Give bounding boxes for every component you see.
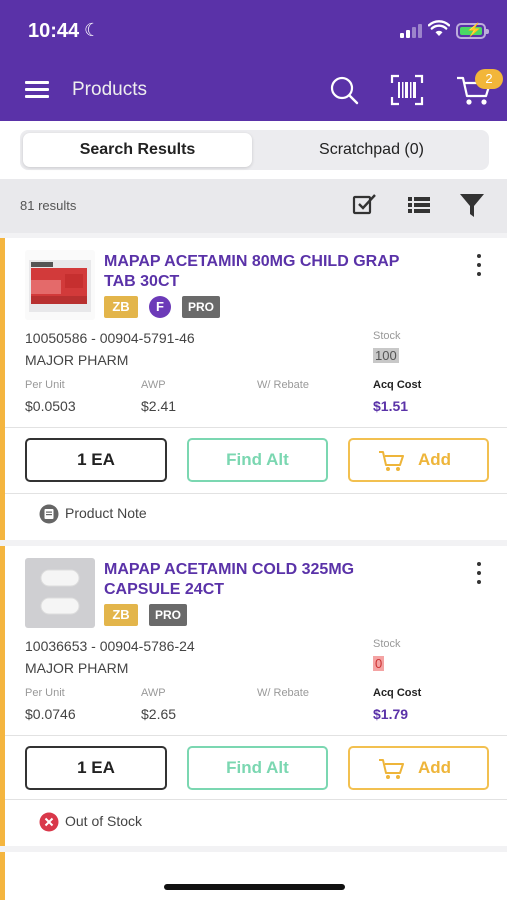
battery-icon: ⚡ [456,22,489,39]
quantity-button[interactable]: 1 EA [25,746,167,790]
awp-value: $2.65 [141,706,177,722]
pro-badge: PRO [182,296,220,318]
product-codes: 10036653 - 00904-5786-24 [25,638,195,654]
add-to-cart-button[interactable]: Add [348,438,489,482]
page-title: Products [72,79,147,100]
tab-bar: Search Results Scratchpad (0) [0,121,507,179]
product-name[interactable]: MAPAP ACETAMIN 80MG CHILD GRAP TAB 30CT [104,252,424,292]
product-name[interactable]: MAPAP ACETAMIN COLD 325MG CAPSULE 24CT [104,560,424,600]
awp-label: AWP [141,379,166,391]
results-toolbar: 81 results [0,179,507,233]
add-label: Add [418,758,452,777]
stock-value: 100 [373,348,399,363]
menu-icon[interactable] [25,81,49,99]
product-codes: 10050586 - 00904-5791-46 [25,330,195,346]
acq-cost-label: Acq Cost [373,687,422,699]
out-of-stock-label: Out of Stock [65,813,143,829]
formulary-badge: F [149,296,171,318]
rebate-label: W/ Rebate [257,687,309,699]
product-note-link[interactable]: Product Note [65,505,147,521]
per-unit-label: Per Unit [25,687,65,699]
product-image[interactable] [25,250,95,320]
cart-count-badge[interactable]: 2 [475,69,503,89]
stock-label: Stock [373,638,401,650]
barcode-scanner-icon[interactable] [390,74,424,106]
product-card[interactable]: MAPAP ACETAMIN 80MG CHILD GRAP TAB 30CT … [0,238,507,540]
wifi-icon [428,20,450,36]
stock-value: 0 [373,656,385,671]
segmented-control: Search Results Scratchpad (0) [20,130,489,170]
add-label: Add [418,450,452,469]
product-note-icon[interactable] [39,504,59,524]
awp-label: AWP [141,687,166,699]
zb-badge: ZB [104,604,138,626]
acq-cost-value: $1.51 [373,398,409,414]
awp-value: $2.41 [141,398,177,414]
divider [5,735,507,736]
app-header: 10:44 ☾ ⚡ Products 2 [0,0,507,121]
per-unit-value: $0.0746 [25,706,76,722]
more-options-icon[interactable] [475,562,483,584]
add-to-cart-button[interactable]: Add [348,746,489,790]
find-alt-button[interactable]: Find Alt [187,746,328,790]
status-bar: 10:44 ☾ ⚡ [0,0,507,62]
cart-icon [379,759,404,779]
acq-cost-label: Acq Cost [373,379,422,391]
zb-badge: ZB [104,296,138,318]
find-alt-button[interactable]: Find Alt [187,438,328,482]
cell-signal-icon [400,24,422,38]
manufacturer: MAJOR PHARM [25,352,129,368]
filter-icon[interactable] [458,191,486,219]
home-indicator [164,884,345,890]
product-image[interactable] [25,558,95,628]
per-unit-label: Per Unit [25,379,65,391]
search-icon[interactable] [328,74,360,106]
tab-scratchpad[interactable]: Scratchpad (0) [257,133,486,167]
out-of-stock-icon [39,812,59,832]
moon-icon: ☾ [84,20,101,40]
stock-label: Stock [373,330,401,342]
status-time: 10:44 [28,20,80,42]
acq-cost-value: $1.79 [373,706,409,722]
quantity-button[interactable]: 1 EA [25,438,167,482]
divider [5,427,507,428]
divider [5,799,507,800]
product-card[interactable]: MAPAP ACETAMIN COLD 325MG CAPSULE 24CT Z… [0,546,507,846]
rebate-label: W/ Rebate [257,379,309,391]
per-unit-value: $0.0503 [25,398,76,414]
pro-badge: PRO [149,604,187,626]
product-card[interactable] [0,852,507,900]
results-count: 81 results [20,198,77,213]
cart-icon [379,451,404,471]
more-options-icon[interactable] [475,254,483,276]
manufacturer: MAJOR PHARM [25,660,129,676]
tab-search-results[interactable]: Search Results [23,133,252,167]
divider [5,493,507,494]
list-view-icon[interactable] [405,191,433,219]
select-checkbox-icon[interactable] [350,191,378,219]
